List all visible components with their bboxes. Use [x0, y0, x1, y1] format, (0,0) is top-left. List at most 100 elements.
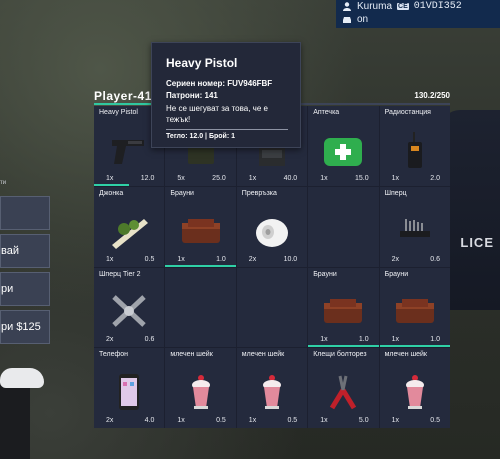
- inventory-slot[interactable]: Шперц Tier 2 2x 0.6: [94, 267, 165, 348]
- milkshake-icon: [176, 372, 226, 412]
- milkshake-icon: [390, 372, 440, 412]
- item-name: Шперц Tier 2: [99, 270, 141, 278]
- left-menu-button-1[interactable]: [0, 196, 50, 230]
- item-weight: 12.0: [140, 174, 155, 182]
- item-name: Шперц: [384, 189, 407, 197]
- item-weight: 0.5: [287, 417, 298, 424]
- plate-icon: CE: [397, 3, 409, 10]
- item-name: Телефон: [99, 351, 129, 359]
- inventory-slot[interactable]: Радиостанция 1x 2.0: [379, 106, 450, 186]
- inventory-slot[interactable]: Клещи болторез 1x 5.0: [308, 348, 379, 428]
- item-quantity: 2x: [106, 336, 114, 344]
- item-quantity: 2x: [391, 255, 399, 263]
- left-menu-button-3[interactable]: ри: [0, 272, 50, 306]
- inventory-slot[interactable]: [165, 267, 236, 348]
- item-quantity: 1x: [106, 255, 114, 263]
- inventory-slot[interactable]: [308, 186, 379, 267]
- item-quantity: 1x: [320, 336, 328, 344]
- item-quantity: 1x: [320, 417, 328, 424]
- item-quantity: 1x: [320, 174, 328, 182]
- item-quantity: 5x: [177, 174, 185, 182]
- item-name: Превръзка: [241, 189, 277, 197]
- inventory-slot[interactable]: [236, 267, 308, 348]
- player-name: Kuruma: [357, 1, 393, 12]
- tooltip-title: Heavy Pistol: [166, 56, 238, 70]
- tooltip-description-2: тежък!: [166, 115, 191, 124]
- left-menu-header: ти: [0, 180, 7, 186]
- lockpick-icon: [390, 211, 440, 251]
- medkit-icon: [318, 130, 368, 170]
- radio-icon: [390, 130, 440, 170]
- item-weight: 1.0: [216, 255, 226, 263]
- pistol-icon: [104, 130, 154, 170]
- item-weight: 2.0: [430, 174, 440, 182]
- inventory-slot[interactable]: Брауни 1x 1.0: [308, 267, 379, 348]
- item-quantity: 1x: [177, 255, 185, 263]
- item-name: Аптечка: [313, 109, 340, 116]
- item-quantity: 2x: [106, 417, 114, 424]
- plate-number: 01VDI352: [413, 1, 462, 12]
- item-quantity: 1x: [106, 174, 114, 182]
- inventory-slot[interactable]: млечен шейк 1x 0.5: [165, 348, 236, 428]
- item-weight: 10.0: [283, 255, 298, 263]
- item-weight: 5.0: [358, 417, 369, 424]
- left-menu-button-2[interactable]: вай: [0, 234, 50, 268]
- item-durability-bar: [379, 345, 450, 348]
- item-name: Клещи болторез: [313, 351, 367, 359]
- item-quantity: 1x: [391, 336, 399, 344]
- item-name: Джонка: [99, 189, 124, 197]
- inventory-slot[interactable]: Телефон 2x 4.0: [94, 348, 165, 428]
- item-name: млечен шейк: [241, 351, 285, 359]
- tooltip-footer: Тегло: 12.0 | Брой: 1: [166, 133, 235, 140]
- phone-icon: [104, 372, 154, 412]
- item-weight: 0.6: [430, 255, 440, 263]
- joint-icon: [104, 211, 154, 251]
- inventory-slot[interactable]: млечен шейк 1x 0.5: [236, 348, 308, 428]
- inventory-slot[interactable]: Брауни 1x 1.0: [165, 186, 236, 267]
- item-weight: 0.5: [430, 417, 440, 424]
- item-weight: 1.0: [430, 336, 440, 344]
- item-weight: 15.0: [354, 174, 369, 182]
- item-weight: 0.6: [144, 336, 155, 344]
- car-icon: [343, 17, 351, 23]
- inventory-slot[interactable]: Шперц 2x 0.6: [379, 186, 450, 267]
- inventory-slot[interactable]: Аптечка 1x 15.0: [308, 106, 379, 186]
- inventory-slot[interactable]: млечен шейк 1x 0.5: [379, 348, 450, 428]
- brownie-icon: [318, 291, 368, 331]
- item-weight: 0.5: [144, 255, 155, 263]
- inventory-slot[interactable]: Джонка 1x 0.5: [94, 186, 165, 267]
- item-name: Радиостанция: [384, 109, 431, 116]
- bandage-icon: [247, 211, 297, 251]
- left-menu: ти вай ри ри $125: [0, 180, 50, 348]
- item-tooltip: Heavy Pistol Сериен номер: FUV946FBF Пат…: [151, 42, 301, 148]
- police-vest-lettering: LICE: [460, 235, 494, 250]
- item-name: млечен шейк: [170, 351, 213, 359]
- item-durability-bar: [165, 264, 236, 267]
- inventory-slot[interactable]: Превръзка 2x 10.0: [236, 186, 308, 267]
- item-weight: 0.5: [216, 417, 226, 424]
- item-durability-bar: [308, 345, 379, 348]
- brownie-icon: [390, 291, 440, 331]
- item-quantity: 1x: [391, 174, 399, 182]
- user-icon: [343, 2, 351, 11]
- inventory-grid: Heavy Pistol 1x 12.0 5x 25.0 1x 40.0 Аптечка 1x 1…: [94, 106, 450, 428]
- character-shoe: [0, 368, 44, 388]
- item-weight: 1.0: [358, 336, 369, 344]
- inventory-owner: Player-41: [94, 89, 152, 103]
- tooltip-ammo: Патрони: 141: [166, 91, 218, 100]
- item-name: Heavy Pistol: [99, 109, 138, 116]
- tooltip-serial: Сериен номер: FUV946FBF: [166, 79, 273, 88]
- item-name: Брауни: [313, 270, 337, 278]
- item-weight: 40.0: [283, 174, 298, 182]
- brownie-icon: [176, 211, 226, 251]
- lockpick-t2-icon: [104, 291, 154, 331]
- boltcutter-icon: [318, 372, 368, 412]
- item-name: Брауни: [170, 189, 194, 197]
- character-leg: [0, 380, 30, 459]
- item-name: Брауни: [384, 270, 409, 278]
- item-quantity: 2x: [248, 255, 257, 263]
- milkshake-icon: [247, 372, 297, 412]
- inventory-slot[interactable]: Брауни 1x 1.0: [379, 267, 450, 348]
- item-quantity: 1x: [248, 174, 257, 182]
- left-menu-button-4[interactable]: ри $125: [0, 310, 50, 344]
